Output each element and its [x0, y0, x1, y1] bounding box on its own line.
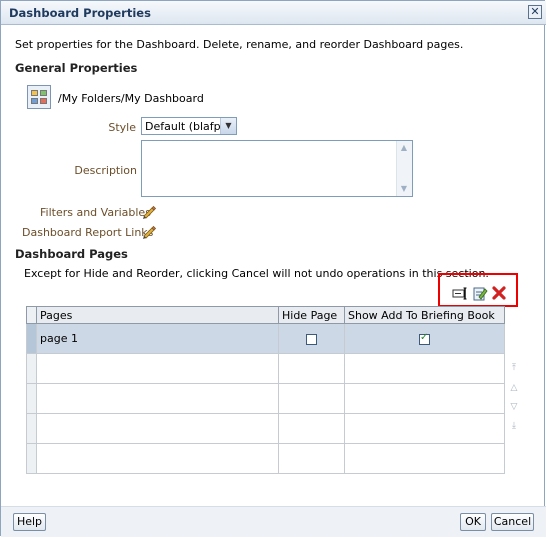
- table-row: [26, 353, 505, 384]
- table-row: [26, 383, 505, 414]
- properties-icon[interactable]: [472, 285, 488, 301]
- delete-icon[interactable]: [491, 285, 507, 301]
- empty-cell: [36, 353, 279, 384]
- dashboard-icon: [27, 85, 51, 109]
- pages-table: Pages Hide Page Show Add To Briefing Boo…: [26, 306, 505, 474]
- hide-page-cell: [278, 323, 345, 354]
- dashboard-report-links-link[interactable]: Dashboard Report Links: [22, 226, 153, 239]
- table-row: [26, 443, 505, 474]
- rename-icon[interactable]: [452, 285, 468, 301]
- dialog-title: Dashboard Properties: [9, 6, 151, 20]
- show-briefing-checkbox[interactable]: [419, 332, 430, 345]
- description-scrollbar[interactable]: ▲ ▼: [396, 141, 412, 196]
- dashboard-properties-dialog: Dashboard Properties ✕ Set properties fo…: [0, 0, 546, 537]
- empty-cell: [344, 443, 505, 474]
- ok-button[interactable]: OK: [460, 513, 486, 531]
- empty-cell: [344, 353, 505, 384]
- description-field[interactable]: ▲ ▼: [141, 140, 413, 197]
- style-label: Style: [108, 121, 136, 134]
- empty-cell: [278, 383, 345, 414]
- table-row: [26, 413, 505, 444]
- edit-report-links-pencil-icon[interactable]: [141, 223, 157, 239]
- title-bar[interactable]: Dashboard Properties ✕: [1, 1, 546, 25]
- row-handle: [26, 353, 37, 384]
- show-briefing-cell: [344, 323, 505, 354]
- page-name-cell[interactable]: page 1: [36, 323, 279, 354]
- row-handle: [26, 443, 37, 474]
- empty-cell: [344, 413, 505, 444]
- column-header-hide-page[interactable]: Hide Page: [278, 306, 345, 324]
- empty-cell: [344, 383, 505, 414]
- chevron-down-icon[interactable]: ▼: [220, 118, 236, 134]
- dashboard-path: /My Folders/My Dashboard: [58, 92, 204, 105]
- empty-cell: [36, 383, 279, 414]
- intro-text: Set properties for the Dashboard. Delete…: [15, 38, 464, 51]
- move-down-icon[interactable]: ▽: [508, 401, 520, 413]
- column-header-pages[interactable]: Pages: [36, 306, 279, 324]
- row-handle: [26, 413, 37, 444]
- close-button[interactable]: ✕: [528, 5, 542, 19]
- pages-toolbar-highlight: [438, 273, 518, 307]
- style-select-value: Default (blafp): [145, 120, 225, 133]
- pages-note: Except for Hide and Reorder, clicking Ca…: [24, 267, 489, 280]
- table-header-row: Pages Hide Page Show Add To Briefing Boo…: [26, 306, 505, 324]
- scroll-down-icon[interactable]: ▼: [399, 184, 409, 194]
- empty-cell: [278, 443, 345, 474]
- cancel-button[interactable]: Cancel: [491, 513, 534, 531]
- move-to-top-icon[interactable]: ⤒: [508, 362, 520, 374]
- scroll-up-icon[interactable]: ▲: [399, 143, 409, 153]
- row-handle: [26, 383, 37, 414]
- row-handle-header: [26, 306, 37, 324]
- move-up-icon[interactable]: △: [508, 382, 520, 394]
- hide-page-checkbox[interactable]: [306, 333, 317, 345]
- description-label: Description: [74, 164, 137, 177]
- filters-variables-link[interactable]: Filters and Variables: [40, 206, 151, 219]
- empty-cell: [36, 413, 279, 444]
- column-header-show-briefing[interactable]: Show Add To Briefing Book: [344, 306, 505, 324]
- edit-filters-pencil-icon[interactable]: [141, 203, 157, 219]
- table-row[interactable]: page 1: [26, 323, 505, 354]
- style-select[interactable]: Default (blafp) ▼: [141, 117, 237, 135]
- empty-cell: [36, 443, 279, 474]
- help-button[interactable]: Help: [13, 513, 46, 531]
- empty-cell: [278, 353, 345, 384]
- empty-cell: [278, 413, 345, 444]
- dashboard-pages-heading: Dashboard Pages: [15, 247, 128, 261]
- row-handle[interactable]: [26, 323, 37, 354]
- general-properties-heading: General Properties: [15, 61, 138, 75]
- move-to-bottom-icon[interactable]: ⤓: [508, 420, 520, 432]
